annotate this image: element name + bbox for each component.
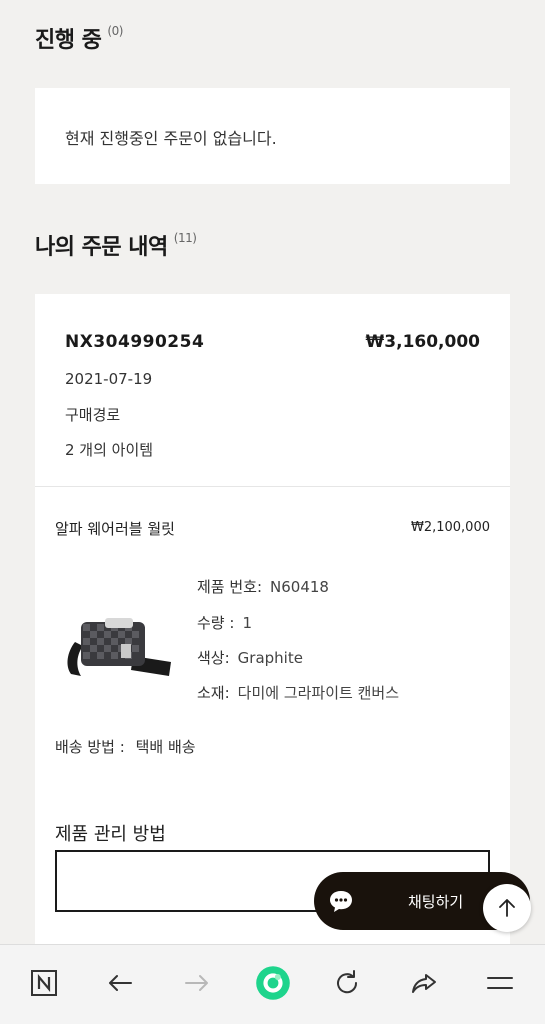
product-image[interactable] (63, 604, 173, 694)
in-progress-title: 진행 중 (35, 28, 102, 53)
color-row: 색상: Graphite (197, 647, 303, 668)
in-progress-heading: 진행 중 (0) (35, 22, 123, 54)
order-item-count: 2 개의 아이템 (65, 441, 154, 459)
browser-toolbar (0, 944, 545, 1024)
empty-order-message: 현재 진행중인 주문이 없습니다. (65, 129, 277, 148)
share-button[interactable] (402, 961, 446, 1005)
order-date: 2021-07-19 (65, 370, 153, 388)
order-number: NX304990254 (65, 332, 205, 352)
in-progress-count: (0) (107, 24, 123, 38)
quantity-value: 1 (242, 614, 252, 632)
item-name[interactable]: 알파 웨어러블 월릿 (55, 518, 175, 539)
order-history-count: (11) (173, 231, 197, 245)
n-logo-icon (31, 970, 57, 996)
back-button[interactable] (98, 961, 142, 1005)
back-icon (109, 975, 132, 991)
product-number-value: N60418 (270, 578, 329, 596)
reload-button[interactable] (325, 961, 369, 1005)
product-number-label: 제품 번호: (197, 578, 263, 596)
forward-button[interactable] (175, 961, 219, 1005)
quantity-label: 수량 : (197, 614, 235, 632)
color-value: Graphite (237, 649, 303, 667)
chat-label: 채팅하기 (408, 893, 464, 911)
menu-button[interactable] (478, 961, 522, 1005)
care-instructions-title: 제품 관리 방법 (55, 824, 166, 845)
purchase-route: 구매경로 (65, 406, 121, 424)
shipping-method-row: 배송 방법 : 택배 배송 (55, 736, 196, 757)
empty-order-card: 현재 진행중인 주문이 없습니다. (35, 88, 510, 184)
naver-home-button[interactable] (22, 961, 66, 1005)
product-number-row: 제품 번호: N60418 (197, 576, 329, 597)
order-history-heading: 나의 주문 내역 (11) (35, 229, 197, 261)
shipping-value: 택배 배송 (135, 738, 196, 756)
order-summary[interactable]: NX304990254 ₩3,160,000 2021-07-19 구매경로 2… (35, 294, 510, 487)
reload-icon (337, 970, 358, 994)
home-circle-icon (256, 966, 290, 1000)
order-total: ₩3,160,000 (365, 332, 480, 352)
scroll-to-top-button[interactable] (483, 884, 531, 932)
share-icon (412, 974, 436, 993)
order-history-title: 나의 주문 내역 (35, 235, 168, 260)
quantity-row: 수량 : 1 (197, 612, 252, 633)
material-value: 다미에 그라파이트 캔버스 (237, 684, 399, 702)
order-card[interactable]: NX304990254 ₩3,160,000 2021-07-19 구매경로 2… (35, 294, 510, 954)
forward-icon (185, 975, 208, 991)
color-label: 색상: (197, 649, 230, 667)
arrow-up-icon (499, 899, 515, 917)
material-label: 소재: (197, 684, 230, 702)
material-row: 소재: 다미에 그라파이트 캔버스 (197, 682, 399, 703)
menu-icon (487, 977, 513, 989)
chat-bubble-icon (330, 891, 352, 912)
home-button[interactable] (251, 961, 295, 1005)
shipping-label: 배송 방법 : (55, 738, 125, 756)
item-price: ₩2,100,000 (410, 520, 490, 535)
